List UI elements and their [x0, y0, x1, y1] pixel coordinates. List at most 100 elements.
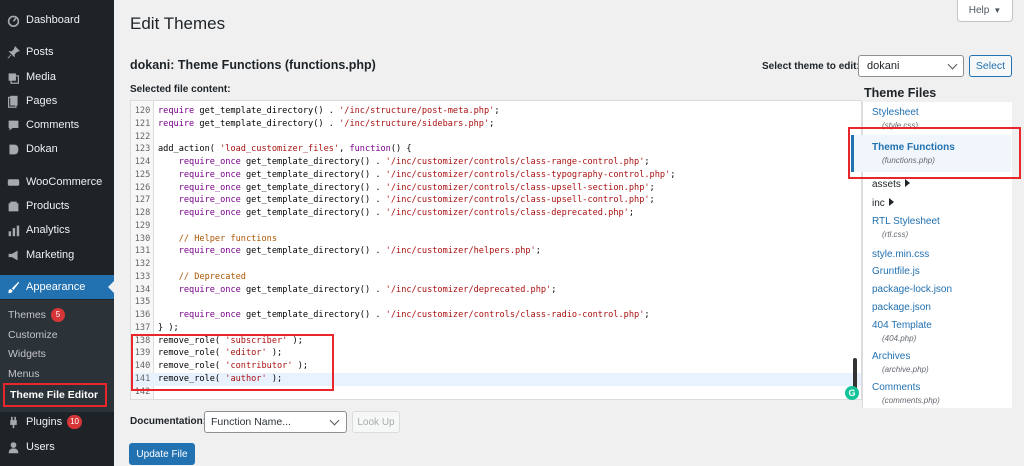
- menu-marketing[interactable]: Marketing: [0, 243, 114, 267]
- code-text: add_action( 'load_customizer_files', fun…: [158, 144, 412, 155]
- media-icon: [6, 70, 20, 84]
- menu-dokan[interactable]: Dokan: [0, 137, 114, 161]
- theme-file-link[interactable]: 404 Template: [872, 320, 932, 331]
- code-text: require_once get_template_directory() . …: [178, 310, 650, 320]
- select-button[interactable]: Select: [969, 55, 1012, 77]
- code-text: require_once get_template_directory() . …: [178, 169, 676, 180]
- code-line[interactable]: 127 require_once get_template_directory(…: [131, 194, 861, 207]
- code-line[interactable]: 125 require_once get_template_directory(…: [131, 169, 861, 182]
- analytics-icon: [6, 223, 20, 237]
- theme-file-link[interactable]: package.json: [872, 302, 931, 313]
- select-theme-label: Select theme to edit:: [762, 61, 860, 72]
- menu-label: Dashboard: [26, 14, 80, 26]
- documentation-select[interactable]: Function Name...: [204, 411, 347, 433]
- code-text: require_once get_template_directory() . …: [178, 208, 635, 218]
- code-line[interactable]: 136 require_once get_template_directory(…: [131, 309, 861, 322]
- code-line[interactable]: 129: [131, 220, 861, 233]
- theme-select[interactable]: dokani: [858, 55, 964, 77]
- code-line[interactable]: 124 require_once get_template_directory(…: [131, 156, 861, 169]
- code-line[interactable]: 122: [131, 131, 861, 144]
- woo-icon: [6, 175, 20, 189]
- menu-label: Plugins: [26, 416, 63, 428]
- code-line[interactable]: 128 require_once get_template_directory(…: [131, 207, 861, 220]
- code-line[interactable]: 121 require get_template_directory() . '/…: [131, 118, 861, 131]
- plugin-icon: [6, 415, 20, 429]
- code-line[interactable]: 131 require_once get_template_directory(…: [131, 245, 861, 258]
- code-text: // Deprecated: [178, 271, 246, 282]
- code-line[interactable]: 133 // Deprecated: [131, 271, 861, 284]
- brush-icon: [6, 280, 20, 294]
- code-text: } );: [158, 322, 179, 333]
- caret-right-icon: [888, 198, 894, 206]
- menu-products[interactable]: Products: [0, 194, 114, 218]
- update-file-button[interactable]: Update File: [129, 443, 195, 465]
- code-line[interactable]: 126 require_once get_template_directory(…: [131, 182, 861, 195]
- theme-file-filename: (comments.php): [882, 396, 940, 405]
- menu-label: Media: [26, 71, 56, 83]
- line-number: 129: [134, 220, 151, 231]
- update-count-badge: 5: [50, 308, 65, 322]
- menu-plugins[interactable]: Plugins 10: [0, 410, 114, 434]
- theme-file-link[interactable]: Stylesheet: [872, 107, 919, 118]
- code-line[interactable]: 137} );: [131, 322, 861, 335]
- line-number: 131: [134, 246, 151, 257]
- menu-media[interactable]: Media: [0, 65, 114, 89]
- code-line[interactable]: 135: [131, 296, 861, 309]
- line-number: 132: [134, 259, 151, 269]
- submenu-menus[interactable]: Menus: [8, 366, 40, 382]
- code-text: require_once get_template_directory() . …: [178, 157, 650, 167]
- theme-file-link[interactable]: RTL Stylesheet: [872, 216, 940, 227]
- menu-dashboard[interactable]: Dashboard: [0, 8, 114, 32]
- dashboard-icon: [6, 13, 20, 27]
- line-number: 136: [134, 310, 151, 320]
- megaphone-icon: [6, 248, 20, 262]
- menu-pages[interactable]: Pages: [0, 89, 114, 113]
- theme-folder[interactable]: inc: [872, 198, 894, 209]
- submenu-themes[interactable]: Themes 5: [8, 307, 65, 323]
- code-text: require get_template_directory() . '/inc…: [158, 118, 495, 129]
- theme-file-link[interactable]: style.min.css: [872, 249, 929, 260]
- menu-label: Users: [26, 441, 55, 453]
- chevron-down-icon: ▼: [993, 6, 1002, 15]
- dokan-icon: [6, 142, 20, 156]
- line-number: 123: [134, 144, 151, 155]
- code-line[interactable]: 120 require get_template_directory() . '/…: [131, 105, 861, 118]
- products-icon: [6, 199, 20, 213]
- theme-file-link[interactable]: Gruntfile.js: [872, 266, 920, 277]
- theme-file-link[interactable]: Comments: [872, 382, 920, 393]
- file-heading: dokani: Theme Functions (functions.php): [130, 58, 376, 72]
- menu-label: Pages: [26, 95, 58, 107]
- lookup-button[interactable]: Look Up: [352, 411, 400, 433]
- grammarly-icon[interactable]: G: [845, 386, 859, 400]
- line-number: 133: [134, 271, 151, 282]
- line-number: 130: [134, 233, 151, 244]
- code-text: require_once get_template_directory() . …: [178, 246, 541, 257]
- code-text: require_once get_template_directory() . …: [178, 284, 557, 295]
- theme-file-link[interactable]: package-lock.json: [872, 284, 952, 295]
- current-menu-arrow: [108, 281, 114, 293]
- theme-folder[interactable]: assets: [872, 179, 910, 190]
- code-line[interactable]: 132: [131, 258, 861, 271]
- theme-file-link[interactable]: Archives: [872, 351, 910, 362]
- line-number: 122: [134, 131, 151, 142]
- chevron-down-icon: [947, 59, 958, 70]
- users-icon: [6, 440, 20, 454]
- highlight-box-theme-functions: [848, 127, 1021, 179]
- theme-files-heading: Theme Files: [864, 86, 937, 100]
- menu-woocommerce[interactable]: WooCommerce: [0, 170, 114, 194]
- menu-appearance[interactable]: Appearance: [0, 275, 114, 299]
- line-number: 125: [134, 169, 151, 180]
- menu-label: Marketing: [26, 249, 75, 261]
- submenu-widgets[interactable]: Widgets: [8, 346, 46, 362]
- menu-comments[interactable]: Comments: [0, 113, 114, 137]
- menu-analytics[interactable]: Analytics: [0, 218, 114, 242]
- code-line[interactable]: 130 // Helper functions: [131, 233, 861, 246]
- help-button[interactable]: Help ▼: [957, 0, 1013, 22]
- menu-posts[interactable]: Posts: [0, 40, 114, 64]
- code-line[interactable]: 123 add_action( 'load_customizer_files', …: [131, 143, 861, 156]
- submenu-customize[interactable]: Customize: [8, 327, 58, 343]
- selected-content-label: Selected file content:: [130, 84, 231, 95]
- code-line[interactable]: 134 require_once get_template_directory(…: [131, 284, 861, 297]
- submenu-theme-file-editor[interactable]: Theme File Editor: [3, 383, 107, 407]
- menu-users[interactable]: Users: [0, 435, 114, 459]
